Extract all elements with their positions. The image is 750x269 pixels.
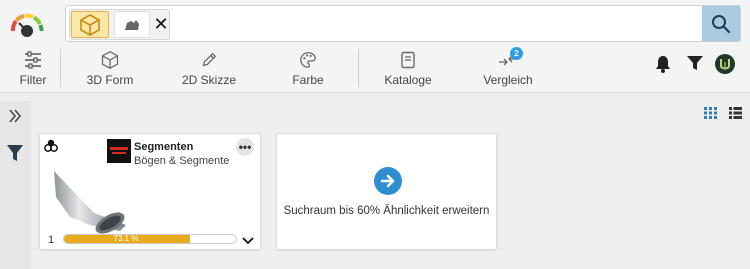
arrow-right-icon — [374, 167, 402, 195]
funnel-icon[interactable] — [686, 54, 704, 72]
toolbar: Filter 3D Form 2D Skizze Farbe Kataloge … — [0, 46, 750, 93]
3d-model-icon — [44, 139, 58, 158]
tab-compare-label: Vergleich — [483, 73, 533, 87]
divider — [358, 49, 359, 87]
chevron-down-icon[interactable] — [242, 233, 254, 251]
similarity-progress: 73.1 % — [63, 234, 237, 244]
similarity-gauge-icon — [7, 9, 47, 39]
expand-search-label: Suchraum bis 60% Ähnlichkeit erweitern — [283, 205, 490, 217]
tab-color-label: Farbe — [292, 73, 324, 87]
result-title: Segmenten — [134, 141, 194, 153]
sketch-thumbnail-icon[interactable] — [114, 11, 150, 38]
bell-icon[interactable] — [654, 54, 672, 74]
result-count: 1 — [48, 234, 55, 246]
side-rail — [0, 101, 31, 269]
tab-2d-sketch[interactable]: 2D Skizze — [178, 46, 240, 92]
compare-count-badge: 2 — [510, 47, 523, 60]
divider — [60, 49, 61, 87]
result-card[interactable]: Segmenten Bögen & Segmente ••• 1 73.1 % — [39, 133, 261, 250]
tab-compare[interactable]: Vergleich 2 — [479, 46, 537, 92]
result-subtitle: Bögen & Segmente — [134, 155, 230, 167]
tab-3d-form[interactable]: 3D Form — [80, 46, 140, 92]
double-chevron-right-icon[interactable] — [6, 107, 24, 125]
search-bar: ✕ — [0, 0, 750, 46]
more-options-button[interactable]: ••• — [236, 138, 254, 156]
filter-button[interactable]: Filter — [14, 46, 52, 92]
user-avatar-icon[interactable] — [714, 53, 736, 75]
similarity-value: 73.1 % — [113, 234, 139, 243]
search-query-chip: ✕ — [69, 9, 170, 40]
palette-icon — [299, 49, 317, 71]
search-button[interactable] — [702, 6, 740, 41]
grid-view-icon[interactable] — [704, 106, 717, 124]
pencil-icon — [200, 49, 218, 71]
search-input[interactable]: ✕ — [65, 5, 741, 42]
list-view-icon[interactable] — [729, 106, 742, 124]
cube-icon — [100, 49, 120, 71]
tab-catalogs[interactable]: Kataloge — [380, 46, 436, 92]
clear-query-button[interactable]: ✕ — [153, 14, 169, 35]
rail-funnel-icon[interactable] — [6, 143, 24, 163]
cube-query-icon[interactable] — [71, 11, 109, 38]
tab-catalogs-label: Kataloge — [384, 73, 432, 87]
tab-2d-sketch-label: 2D Skizze — [181, 73, 237, 87]
tab-3d-form-label: 3D Form — [86, 73, 134, 87]
tab-color[interactable]: Farbe — [285, 46, 331, 92]
sliders-icon — [23, 49, 43, 71]
product-thumbnail — [50, 167, 128, 237]
manufacturer-logo — [107, 139, 131, 163]
search-icon — [712, 14, 731, 33]
catalog-book-icon — [400, 49, 416, 71]
expand-search-card[interactable]: Suchraum bis 60% Ähnlichkeit erweitern — [276, 133, 497, 250]
filter-label: Filter — [19, 73, 47, 87]
